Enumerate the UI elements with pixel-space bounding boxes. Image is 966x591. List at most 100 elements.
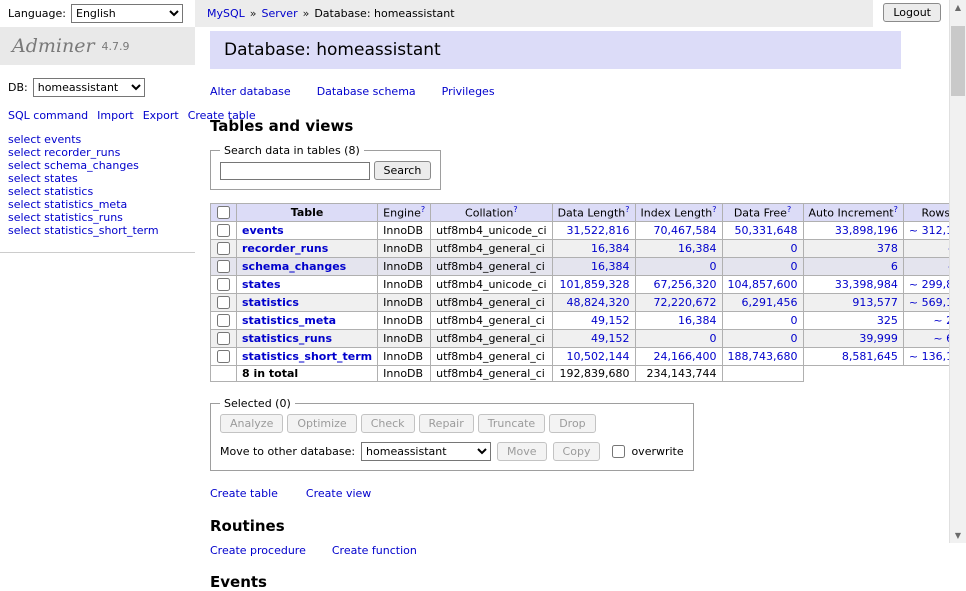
engine-cell: InnoDB bbox=[378, 222, 431, 240]
sidebar-table-link[interactable]: select states bbox=[8, 173, 187, 186]
sidebar-action-link[interactable]: SQL command bbox=[8, 109, 88, 122]
scrollbar-down-arrow-icon[interactable] bbox=[950, 528, 966, 543]
move-button[interactable]: Move bbox=[497, 442, 547, 461]
table-name-link[interactable]: statistics_meta bbox=[242, 314, 336, 327]
data-free-link[interactable]: 0 bbox=[791, 260, 798, 273]
row-checkbox[interactable] bbox=[217, 350, 230, 363]
sidebar-action-link[interactable]: Import bbox=[97, 109, 134, 122]
table-name-link[interactable]: events bbox=[242, 224, 284, 237]
scrollbar[interactable] bbox=[949, 0, 966, 543]
row-checkbox[interactable] bbox=[217, 224, 230, 237]
data-free-link[interactable]: 0 bbox=[791, 332, 798, 345]
create-link[interactable]: Create view bbox=[306, 487, 371, 500]
table-row: statistics InnoDB utf8mb4_general_ci 48,… bbox=[211, 294, 966, 312]
auto-increment-link[interactable]: 33,398,984 bbox=[835, 278, 898, 291]
create-link[interactable]: Create table bbox=[210, 487, 278, 500]
db-nav-link[interactable]: Privileges bbox=[442, 85, 495, 98]
table-name-link[interactable]: statistics bbox=[242, 296, 299, 309]
scrollbar-thumb[interactable] bbox=[951, 26, 965, 96]
row-checkbox[interactable] bbox=[217, 296, 230, 309]
index-length-link[interactable]: 24,166,400 bbox=[654, 350, 717, 363]
data-length-link[interactable]: 31,522,816 bbox=[567, 224, 630, 237]
db-nav-link[interactable]: Alter database bbox=[210, 85, 291, 98]
language-label: Language: bbox=[8, 7, 66, 20]
bulk-action-button[interactable]: Check bbox=[361, 414, 415, 433]
auto-increment-link[interactable]: 325 bbox=[877, 314, 898, 327]
index-length-link[interactable]: 16,384 bbox=[678, 242, 717, 255]
column-help-link[interactable]: ? bbox=[787, 205, 791, 214]
data-free-link[interactable]: 104,857,600 bbox=[728, 278, 798, 291]
column-help-link[interactable]: ? bbox=[894, 205, 898, 214]
row-checkbox[interactable] bbox=[217, 332, 230, 345]
table-name-link[interactable]: schema_changes bbox=[242, 260, 346, 273]
select-all-checkbox[interactable] bbox=[217, 206, 230, 219]
bulk-action-button[interactable]: Optimize bbox=[287, 414, 356, 433]
index-length-link[interactable]: 72,220,672 bbox=[654, 296, 717, 309]
overwrite-checkbox[interactable] bbox=[612, 445, 625, 458]
auto-increment-link[interactable]: 33,898,196 bbox=[835, 224, 898, 237]
copy-button[interactable]: Copy bbox=[553, 442, 601, 461]
data-free-link[interactable]: 0 bbox=[791, 314, 798, 327]
auto-increment-link[interactable]: 39,999 bbox=[859, 332, 898, 345]
table-name-link[interactable]: recorder_runs bbox=[242, 242, 328, 255]
auto-increment-link[interactable]: 378 bbox=[877, 242, 898, 255]
collation-cell: utf8mb4_general_ci bbox=[431, 312, 552, 330]
breadcrumb-link[interactable]: MySQL bbox=[207, 7, 245, 20]
row-checkbox[interactable] bbox=[217, 278, 230, 291]
bulk-action-button[interactable]: Analyze bbox=[220, 414, 283, 433]
search-input[interactable] bbox=[220, 162, 370, 180]
db-nav-link[interactable]: Database schema bbox=[317, 85, 416, 98]
sidebar-action-link[interactable]: Export bbox=[143, 109, 179, 122]
sidebar-table-link[interactable]: select schema_changes bbox=[8, 160, 187, 173]
logout-button[interactable]: Logout bbox=[883, 3, 941, 22]
column-help-link[interactable]: ? bbox=[625, 205, 629, 214]
column-header-label: Index Length bbox=[641, 207, 713, 220]
routine-link[interactable]: Create function bbox=[332, 544, 417, 557]
row-checkbox[interactable] bbox=[217, 314, 230, 327]
column-help-link[interactable]: ? bbox=[513, 205, 517, 214]
auto-increment-link[interactable]: 913,577 bbox=[852, 296, 898, 309]
bulk-action-button[interactable]: Drop bbox=[549, 414, 595, 433]
table-row: events InnoDB utf8mb4_unicode_ci 31,522,… bbox=[211, 222, 966, 240]
index-length-link[interactable]: 0 bbox=[710, 260, 717, 273]
bulk-action-button[interactable]: Truncate bbox=[478, 414, 545, 433]
index-length-link[interactable]: 0 bbox=[710, 332, 717, 345]
data-length-link[interactable]: 49,152 bbox=[591, 332, 630, 345]
table-name-link[interactable]: statistics_short_term bbox=[242, 350, 372, 363]
search-button[interactable]: Search bbox=[374, 161, 432, 180]
data-length-link[interactable]: 101,859,328 bbox=[560, 278, 630, 291]
auto-increment-link[interactable]: 8,581,645 bbox=[842, 350, 898, 363]
data-free-link[interactable]: 188,743,680 bbox=[728, 350, 798, 363]
language-select[interactable]: English bbox=[71, 4, 183, 23]
breadcrumb-link[interactable]: Server bbox=[262, 7, 298, 20]
data-length-link[interactable]: 10,502,144 bbox=[567, 350, 630, 363]
auto-increment-link[interactable]: 6 bbox=[891, 260, 898, 273]
data-length-link[interactable]: 49,152 bbox=[591, 314, 630, 327]
sidebar-table-link[interactable]: select statistics_runs bbox=[8, 212, 187, 225]
move-db-select[interactable]: homeassistant bbox=[361, 442, 491, 461]
scrollbar-up-arrow-icon[interactable] bbox=[950, 0, 966, 15]
data-length-link[interactable]: 48,824,320 bbox=[567, 296, 630, 309]
data-length-link[interactable]: 16,384 bbox=[591, 260, 630, 273]
db-select[interactable]: homeassistant bbox=[33, 78, 145, 97]
data-length-link[interactable]: 16,384 bbox=[591, 242, 630, 255]
adminer-logo[interactable]: Adminer bbox=[12, 35, 95, 57]
index-length-link[interactable]: 67,256,320 bbox=[654, 278, 717, 291]
data-free-link[interactable]: 6,291,456 bbox=[742, 296, 798, 309]
index-length-cell: 72,220,672 bbox=[635, 294, 722, 312]
data-free-link[interactable]: 50,331,648 bbox=[735, 224, 798, 237]
column-help-link[interactable]: ? bbox=[421, 205, 425, 214]
bulk-action-button[interactable]: Repair bbox=[419, 414, 474, 433]
table-name-link[interactable]: states bbox=[242, 278, 281, 291]
sidebar-table-link[interactable]: select statistics_meta bbox=[8, 199, 187, 212]
index-length-link[interactable]: 70,467,584 bbox=[654, 224, 717, 237]
routine-link[interactable]: Create procedure bbox=[210, 544, 306, 557]
row-checkbox[interactable] bbox=[217, 260, 230, 273]
column-help-link[interactable]: ? bbox=[712, 205, 716, 214]
sidebar-table-link[interactable]: select statistics bbox=[8, 186, 187, 199]
row-checkbox[interactable] bbox=[217, 242, 230, 255]
index-length-link[interactable]: 16,384 bbox=[678, 314, 717, 327]
sidebar-table-link[interactable]: select statistics_short_term bbox=[8, 225, 187, 238]
data-free-link[interactable]: 0 bbox=[791, 242, 798, 255]
table-name-link[interactable]: statistics_runs bbox=[242, 332, 332, 345]
